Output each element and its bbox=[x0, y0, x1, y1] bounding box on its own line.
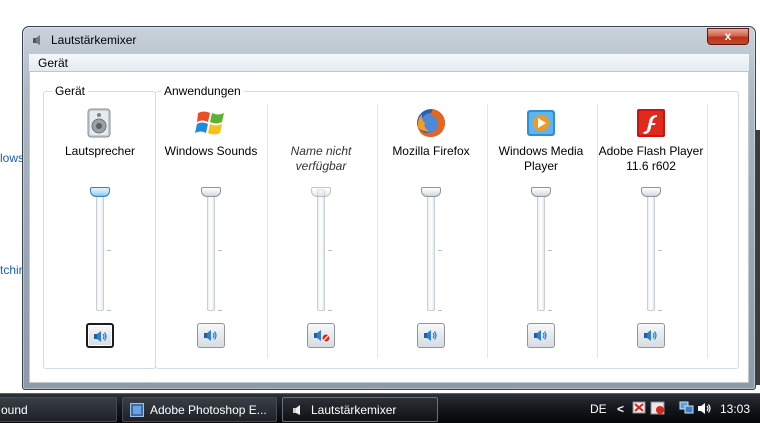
volume-slider-track[interactable] bbox=[427, 189, 435, 311]
clock[interactable]: 13:03 bbox=[720, 402, 750, 416]
window-title: Lautstärkemixer bbox=[51, 33, 137, 47]
slider-tick bbox=[658, 250, 662, 251]
volume-slider-track[interactable] bbox=[647, 189, 655, 311]
firefox-icon bbox=[417, 109, 445, 137]
tray-expand-icon[interactable]: < bbox=[617, 402, 624, 416]
title-bar[interactable]: Lautstärkemixer x bbox=[23, 27, 755, 53]
slider-tick bbox=[218, 310, 222, 311]
channel-windows-sounds: Windows Sounds bbox=[156, 92, 266, 368]
taskbar-item-photoshop[interactable]: Adobe Photoshop E... bbox=[122, 397, 277, 422]
taskbar-item-volume-mixer[interactable]: Lautstärkemixer bbox=[282, 397, 438, 422]
applications-group: Anwendungen Windows Sounds Name nicht ve… bbox=[155, 84, 739, 369]
slider-tick bbox=[548, 250, 552, 251]
taskbar-item-sound[interactable]: ound bbox=[0, 397, 117, 422]
taskbar: ound Adobe Photoshop E... Lautstärkemixe… bbox=[0, 393, 760, 423]
muted-volume-icon bbox=[314, 330, 331, 343]
channel-firefox: Mozilla Firefox bbox=[376, 92, 486, 368]
mute-button[interactable] bbox=[197, 323, 225, 348]
speaker-icon bbox=[293, 405, 300, 415]
background-link[interactable]: lows bbox=[0, 151, 24, 165]
channel-flash-player: Adobe Flash Player 11.6 r602 bbox=[596, 92, 706, 368]
speaker-icon bbox=[87, 108, 111, 138]
channel-unnamed: Name nicht verfügbar bbox=[266, 92, 376, 368]
volume-slider-thumb[interactable] bbox=[641, 187, 661, 197]
photoshop-icon bbox=[130, 403, 144, 417]
mute-button[interactable] bbox=[86, 323, 114, 348]
mute-button[interactable] bbox=[307, 323, 335, 348]
slider-tick bbox=[328, 310, 332, 311]
mute-button[interactable] bbox=[417, 323, 445, 348]
slider-tick bbox=[328, 250, 332, 251]
slider-tick bbox=[548, 310, 552, 311]
network-icon[interactable] bbox=[679, 401, 695, 415]
media-player-icon bbox=[527, 110, 555, 136]
taskbar-item-label: ound bbox=[1, 403, 28, 417]
slider-tick bbox=[107, 250, 111, 251]
security-alert-icon[interactable] bbox=[650, 401, 666, 415]
channel-label: Lautsprecher bbox=[64, 144, 136, 158]
slider-tick bbox=[107, 310, 111, 311]
volume-slider-track[interactable] bbox=[537, 189, 545, 311]
volume-icon bbox=[94, 331, 107, 342]
volume-mixer-window: Lautstärkemixer x Gerät Gerät Lautsprech… bbox=[22, 26, 756, 390]
windows-logo-icon bbox=[195, 111, 224, 135]
volume-icon bbox=[534, 330, 547, 341]
volume-icon[interactable] bbox=[697, 401, 713, 415]
channel-label: Name nicht verfügbar bbox=[290, 144, 352, 173]
mute-button[interactable] bbox=[637, 323, 665, 348]
slider-tick bbox=[218, 250, 222, 251]
flag-icon[interactable] bbox=[632, 401, 648, 415]
volume-slider-thumb[interactable] bbox=[421, 187, 441, 197]
slider-tick bbox=[438, 310, 442, 311]
flash-player-icon bbox=[637, 109, 665, 137]
volume-slider-thumb[interactable] bbox=[311, 187, 331, 197]
mixer-content: Gerät Lautsprecher Anwendungen Windows S… bbox=[29, 72, 749, 383]
channel-media-player: Windows Media Player bbox=[486, 92, 596, 368]
channel-label: Adobe Flash Player 11.6 r602 bbox=[598, 144, 704, 173]
volume-icon bbox=[644, 330, 657, 341]
menu-item-geraet[interactable]: Gerät bbox=[38, 56, 68, 70]
close-button[interactable]: x bbox=[707, 28, 749, 45]
taskbar-item-label: Lautstärkemixer bbox=[311, 403, 397, 417]
channel-label: Windows Sounds bbox=[164, 144, 258, 158]
volume-slider-track[interactable] bbox=[317, 189, 325, 311]
volume-slider-thumb[interactable] bbox=[531, 187, 551, 197]
speaker-icon bbox=[33, 35, 40, 45]
channel-label: Mozilla Firefox bbox=[392, 144, 470, 158]
menu-bar: Gerät bbox=[29, 54, 749, 72]
channel-speaker: Lautsprecher bbox=[45, 92, 155, 368]
slider-tick bbox=[658, 310, 662, 311]
volume-slider-thumb[interactable] bbox=[201, 187, 221, 197]
volume-slider-track[interactable] bbox=[96, 189, 104, 311]
language-indicator[interactable]: DE bbox=[590, 402, 607, 416]
volume-slider-track[interactable] bbox=[207, 189, 215, 311]
volume-slider-thumb[interactable] bbox=[90, 187, 110, 197]
device-group: Gerät Lautsprecher bbox=[43, 84, 156, 369]
volume-icon bbox=[424, 330, 437, 341]
channel-label: Windows Media Player bbox=[498, 144, 584, 173]
volume-icon bbox=[204, 330, 217, 341]
mute-button[interactable] bbox=[527, 323, 555, 348]
slider-tick bbox=[438, 250, 442, 251]
taskbar-item-label: Adobe Photoshop E... bbox=[150, 403, 267, 417]
channel-divider bbox=[707, 104, 708, 358]
